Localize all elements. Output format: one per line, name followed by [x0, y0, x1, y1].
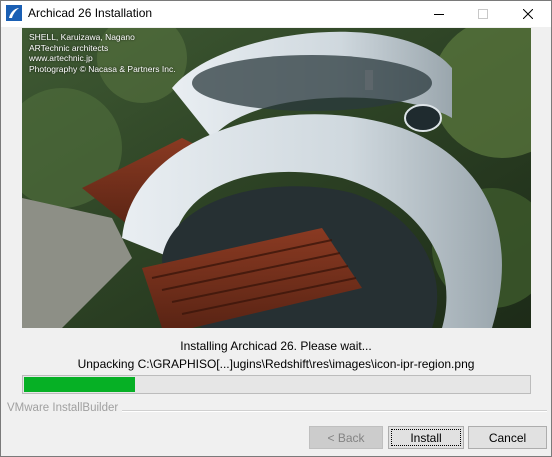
close-button[interactable]	[506, 1, 550, 27]
install-button[interactable]: Install	[388, 426, 464, 449]
progress-fill	[24, 377, 135, 392]
minimize-button[interactable]	[417, 1, 461, 27]
status-file-path: Unpacking C:\GRAPHISO[...]ugins\Redshift…	[77, 357, 475, 371]
window-title: Archicad 26 Installation	[28, 6, 153, 20]
archicad-app-icon	[6, 5, 22, 21]
focus-ring	[391, 429, 461, 446]
cancel-button[interactable]: Cancel	[468, 426, 547, 449]
maximize-button[interactable]	[461, 1, 505, 27]
status-message: Installing Archicad 26. Please wait...	[180, 339, 372, 353]
close-icon	[523, 9, 533, 19]
credit-line: www.artechnic.jp	[29, 53, 93, 63]
footer-divider	[121, 410, 547, 412]
maximize-icon	[478, 9, 488, 19]
minimize-icon	[434, 9, 444, 19]
credit-line: Photography © Nacasa & Partners Inc.	[29, 63, 176, 74]
banner-image: SHELL, Karuizawa, Nagano ARTechnic archi…	[22, 28, 531, 328]
back-button[interactable]: < Back	[309, 426, 383, 449]
installbuilder-brand: VMware InstallBuilder	[7, 402, 123, 414]
credit-line: SHELL, Karuizawa, Nagano	[29, 32, 135, 42]
credit-line: ARTechnic architects	[29, 42, 109, 53]
progress-bar	[22, 375, 531, 394]
title-bar[interactable]: Archicad 26 Installation	[1, 1, 551, 27]
installer-window: Archicad 26 Installation SHELL, Karuizaw…	[0, 0, 552, 457]
photo-credit: SHELL, Karuizawa, Nagano ARTechnic archi…	[29, 32, 176, 74]
